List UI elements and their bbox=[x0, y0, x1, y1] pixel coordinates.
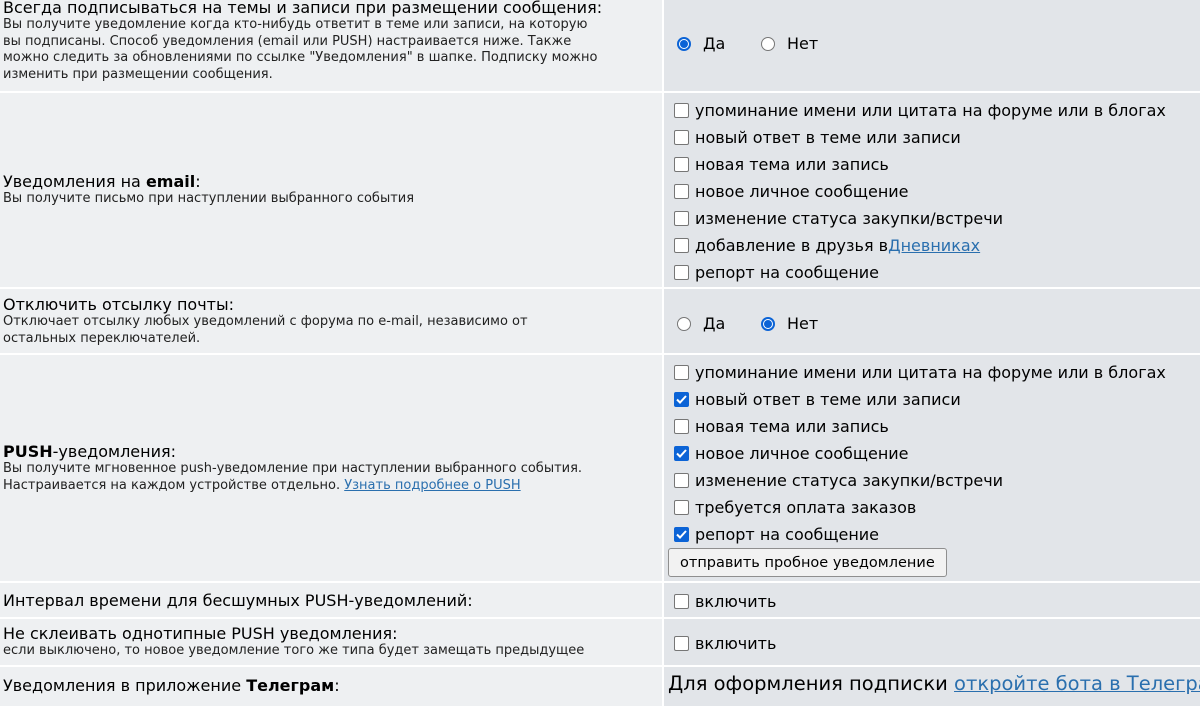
checkbox-label: новая тема или запись bbox=[695, 155, 889, 174]
setting-description: Вы получите уведомление когда кто-нибудь… bbox=[3, 17, 598, 82]
settings-row-silent-interval: Интервал времени для бесшумных PUSH-увед… bbox=[0, 583, 1200, 617]
setting-control-cell: Да Нет bbox=[664, 0, 1200, 91]
checkbox-label: новая тема или запись bbox=[695, 417, 889, 436]
setting-control-cell: Да Нет bbox=[664, 289, 1200, 353]
radio-button[interactable] bbox=[677, 316, 691, 331]
checkbox-option[interactable]: изменение статуса закупки/встречи bbox=[674, 471, 1003, 490]
checkbox[interactable] bbox=[674, 238, 689, 253]
checkbox-option[interactable]: требуется оплата заказов bbox=[674, 498, 916, 517]
setting-control-cell: Для оформления подписки откройте бота в … bbox=[664, 667, 1200, 706]
send-test-notification-button[interactable]: отправить пробное уведомление bbox=[668, 548, 947, 577]
checkbox[interactable] bbox=[674, 446, 689, 461]
silent-interval-checkbox[interactable]: включить bbox=[674, 592, 776, 611]
settings-row-push: PUSH-уведомления: Вы получите мгновенное… bbox=[0, 355, 1200, 581]
setting-label-cell: Не склеивать однотипные PUSH уведомления… bbox=[0, 619, 662, 665]
checkbox-option[interactable]: репорт на сообщение bbox=[674, 263, 879, 282]
checkbox[interactable] bbox=[674, 392, 689, 407]
setting-title: Интервал времени для бесшумных PUSH-увед… bbox=[3, 590, 473, 610]
setting-label-cell: Уведомления в приложение Телеграм: bbox=[0, 667, 662, 706]
push-options: отправить пробное уведомление упоминание… bbox=[664, 355, 1200, 581]
checkbox-option[interactable]: новая тема или запись bbox=[674, 155, 889, 174]
checkbox-option[interactable]: новый ответ в теме или записи bbox=[674, 390, 961, 409]
checkbox[interactable] bbox=[674, 473, 689, 488]
diaries-link[interactable]: Дневниках bbox=[888, 236, 980, 255]
checkbox-label: упоминание имени или цитата на форуме ил… bbox=[695, 101, 1166, 120]
checkbox-label: упоминание имени или цитата на форуме ил… bbox=[695, 363, 1166, 382]
setting-label-cell: Интервал времени для бесшумных PUSH-увед… bbox=[0, 583, 662, 617]
checkbox[interactable] bbox=[674, 184, 689, 199]
settings-row-email: Уведомления на email: Вы получите письмо… bbox=[0, 93, 1200, 287]
checkbox-option[interactable]: новая тема или запись bbox=[674, 417, 889, 436]
settings-row-telegram: Уведомления в приложение Телеграм: Для о… bbox=[0, 667, 1200, 706]
checkbox-option[interactable]: упоминание имени или цитата на форуме ил… bbox=[674, 101, 1166, 120]
checkbox[interactable] bbox=[674, 636, 689, 651]
settings-row-no-merge: Не склеивать однотипные PUSH уведомления… bbox=[0, 619, 1200, 665]
checkbox[interactable] bbox=[674, 265, 689, 280]
setting-title: Уведомления в приложение Телеграм: bbox=[3, 676, 340, 695]
checkbox[interactable] bbox=[674, 500, 689, 515]
setting-label-cell: Всегда подписываться на темы и записи пр… bbox=[0, 0, 662, 91]
setting-title: Всегда подписываться на темы и записи пр… bbox=[3, 0, 603, 17]
setting-description: если выключено, то новое уведомление тог… bbox=[3, 643, 585, 659]
subscribe-no-radio[interactable]: Нет bbox=[761, 34, 818, 53]
setting-label-cell: PUSH-уведомления: Вы получите мгновенное… bbox=[0, 355, 662, 581]
setting-title: Уведомления на email: bbox=[3, 172, 201, 192]
radio-button[interactable] bbox=[677, 36, 691, 51]
disable-mail-no-radio[interactable]: Нет bbox=[761, 314, 818, 333]
checkbox-option[interactable]: новое личное сообщение bbox=[674, 182, 909, 201]
checkbox-option[interactable]: новый ответ в теме или записи bbox=[674, 128, 961, 147]
radio-button[interactable] bbox=[761, 36, 775, 51]
setting-description: Вы получите письмо при наступлении выбра… bbox=[3, 191, 415, 207]
checkbox[interactable] bbox=[674, 594, 689, 609]
checkbox[interactable] bbox=[674, 157, 689, 172]
setting-title: Отключить отсылку почты: bbox=[3, 295, 234, 314]
disable-mail-yes-radio[interactable]: Да bbox=[677, 314, 725, 333]
checkbox-label: требуется оплата заказов bbox=[695, 498, 917, 517]
setting-title: Не склеивать однотипные PUSH уведомления… bbox=[3, 624, 398, 644]
checkbox[interactable] bbox=[674, 103, 689, 118]
checkbox-label: новое личное сообщение bbox=[695, 182, 909, 201]
settings-row-disable-mail: Отключить отсылку почты: Отключает отсыл… bbox=[0, 289, 1200, 353]
settings-row-subscribe: Всегда подписываться на темы и записи пр… bbox=[0, 0, 1200, 91]
setting-description: Вы получите мгновенное push-уведомление … bbox=[3, 461, 583, 493]
no-merge-checkbox[interactable]: включить bbox=[674, 634, 776, 653]
checkbox-label: репорт на сообщение bbox=[695, 263, 880, 282]
checkbox-option[interactable]: репорт на сообщение bbox=[674, 525, 879, 544]
checkbox-label: репорт на сообщение bbox=[695, 525, 880, 544]
setting-title: PUSH-уведомления: bbox=[3, 442, 177, 461]
checkbox-label: изменение статуса закупки/встречи bbox=[695, 471, 1004, 490]
setting-label-cell: Уведомления на email: Вы получите письмо… bbox=[0, 93, 662, 287]
checkbox-label: новый ответ в теме или записи bbox=[695, 390, 961, 409]
checkbox-option[interactable]: упоминание имени или цитата на форуме ил… bbox=[674, 363, 1166, 382]
checkbox-label: новое личное сообщение bbox=[695, 444, 909, 463]
checkbox[interactable] bbox=[674, 419, 689, 434]
checkbox-option[interactable]: новое личное сообщение bbox=[674, 444, 909, 463]
checkbox-label: изменение статуса закупки/встречи bbox=[695, 209, 1004, 228]
setting-description: Отключает отсылку любых уведомлений с фо… bbox=[3, 314, 528, 346]
checkbox-option[interactable]: изменение статуса закупки/встречи bbox=[674, 209, 1003, 228]
setting-label-cell: Отключить отсылку почты: Отключает отсыл… bbox=[0, 289, 662, 353]
setting-control-cell: включить bbox=[664, 619, 1200, 665]
telegram-subscribe-text: Для оформления подписки откройте бота в … bbox=[668, 672, 1200, 695]
subscribe-yes-radio[interactable]: Да bbox=[677, 34, 725, 53]
checkbox[interactable] bbox=[674, 130, 689, 145]
telegram-bot-link[interactable]: откройте бота в Телеграм bbox=[954, 672, 1200, 695]
push-info-link[interactable]: Узнать подробнее о PUSH bbox=[344, 478, 520, 493]
checkbox[interactable] bbox=[674, 365, 689, 380]
checkbox-label: добавление в друзья в bbox=[695, 236, 889, 255]
email-options: упоминание имени или цитата на форуме ил… bbox=[664, 93, 1200, 287]
checkbox-label: новый ответ в теме или записи bbox=[695, 128, 961, 147]
checkbox[interactable] bbox=[674, 211, 689, 226]
radio-button[interactable] bbox=[761, 316, 775, 331]
setting-control-cell: включить bbox=[664, 583, 1200, 617]
checkbox[interactable] bbox=[674, 527, 689, 542]
checkbox-option[interactable]: добавление в друзья в Дневниках bbox=[674, 236, 980, 255]
